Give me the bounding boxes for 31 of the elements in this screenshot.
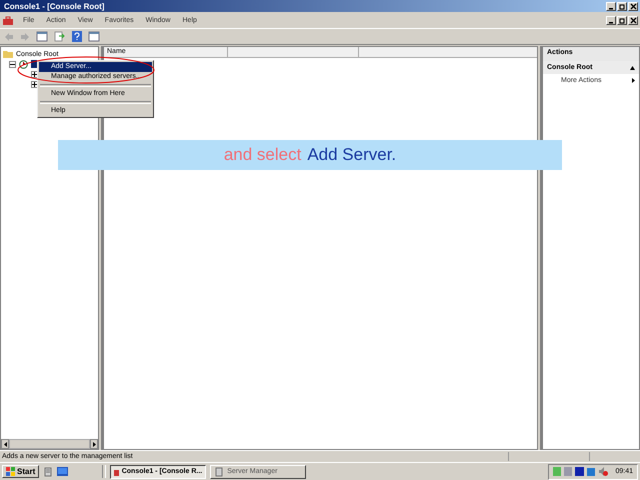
folder-icon: [3, 50, 13, 58]
server-icon[interactable]: [43, 466, 54, 476]
properties-icon[interactable]: [88, 31, 100, 42]
collapse-icon[interactable]: [9, 60, 16, 68]
horizontal-scrollbar[interactable]: [1, 439, 98, 449]
monitor-icon[interactable]: [57, 467, 68, 476]
caption-text: and select: [224, 145, 302, 165]
start-button[interactable]: Start: [2, 465, 40, 478]
close-button[interactable]: [628, 2, 638, 10]
console-tree-icon[interactable]: [36, 31, 48, 42]
close-icon: [630, 2, 636, 10]
server-icon: [214, 466, 224, 476]
window-title: Console1 - [Console Root]: [4, 2, 106, 10]
clock-icon: [19, 60, 28, 68]
restore-button[interactable]: [617, 2, 627, 10]
help-icon[interactable]: [72, 31, 82, 42]
submenu-arrow-icon: [632, 78, 635, 83]
collapse-arrow-icon[interactable]: [630, 66, 635, 70]
toolbox-icon: [114, 467, 119, 476]
scroll-right-icon[interactable]: [92, 442, 96, 446]
toolbox-icon: [3, 16, 13, 24]
windows-flag-icon: [6, 467, 15, 476]
close-icon: [630, 16, 636, 24]
restore-button[interactable]: [617, 16, 627, 24]
scroll-left-icon[interactable]: [4, 442, 6, 446]
volume-muted-icon[interactable]: [599, 467, 608, 476]
caption-highlight: Add Server.: [307, 145, 396, 165]
minimize-button[interactable]: [606, 16, 616, 24]
close-button[interactable]: [628, 16, 638, 24]
export-icon[interactable]: [54, 31, 66, 42]
minimize-button[interactable]: [606, 2, 616, 10]
